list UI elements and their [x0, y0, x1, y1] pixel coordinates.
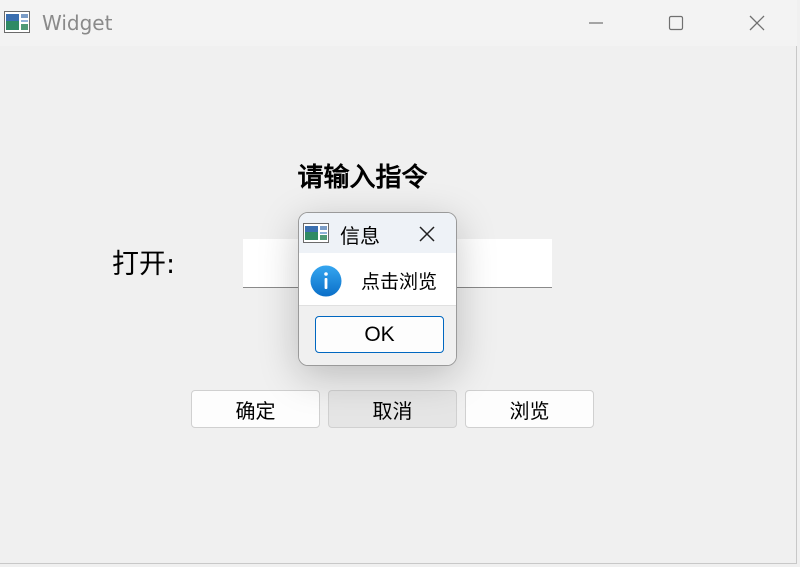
browse-button[interactable]: 浏览	[465, 390, 594, 428]
dialog-title: 信息	[340, 224, 380, 248]
dialog-app-icon	[303, 223, 329, 243]
close-button[interactable]	[737, 8, 777, 38]
dialog-ok-button[interactable]: OK	[315, 316, 444, 353]
dialog-message: 点击浏览	[361, 271, 438, 293]
dialog-body: 点击浏览	[299, 253, 456, 305]
window-title: Widget	[42, 11, 113, 35]
minimize-icon	[589, 22, 603, 24]
cancel-button[interactable]: 取消	[328, 390, 457, 428]
maximize-icon	[668, 15, 684, 31]
minimize-button[interactable]	[576, 8, 616, 38]
close-icon	[419, 226, 435, 242]
page-heading: 请输入指令	[297, 163, 428, 193]
open-label: 打开:	[112, 249, 176, 280]
main-window: Widget 请输入指令 打开: 确定 取消 浏览 信息 点击浏览 OK	[0, 0, 797, 564]
dialog-footer: OK	[299, 305, 456, 365]
info-icon	[310, 265, 342, 297]
app-icon	[4, 11, 30, 33]
dialog-close-button[interactable]	[415, 222, 439, 246]
title-bar[interactable]: Widget	[0, 0, 797, 46]
maximize-button[interactable]	[656, 8, 696, 38]
dialog-title-bar[interactable]: 信息	[299, 213, 456, 253]
info-dialog: 信息 点击浏览 OK	[298, 212, 457, 366]
close-icon	[749, 15, 765, 31]
confirm-button[interactable]: 确定	[191, 390, 320, 428]
